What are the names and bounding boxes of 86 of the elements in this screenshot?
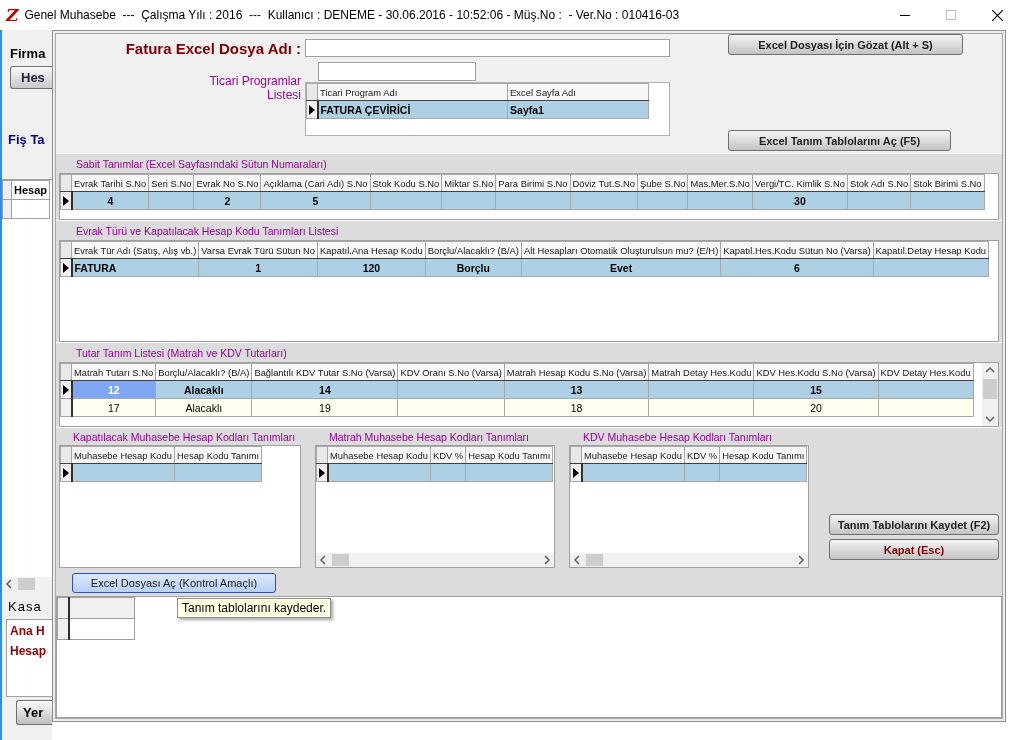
browse-button[interactable]: Excel Dosyası İçin Gözat (Alt + S) xyxy=(728,34,963,55)
table-row[interactable]: 12 Alacaklı 14 13 15 xyxy=(60,380,974,399)
scrollbar-thumb[interactable] xyxy=(983,379,997,399)
column-header[interactable]: KDV Detay Hes.Kodu xyxy=(878,363,974,381)
scrollbar[interactable] xyxy=(570,553,808,567)
column-header[interactable]: Muhasebe Hesap Kodu xyxy=(71,446,175,464)
column-header[interactable]: Hesap Kodu Tanımı xyxy=(719,446,807,464)
current-row-icon xyxy=(63,195,69,206)
section-title: Evrak Türü ve Kapatılacak Hesap Kodu Tanımları Listesi xyxy=(75,224,340,239)
column-header[interactable]: Stok Kodu S.No xyxy=(370,174,442,192)
link[interactable]: Fiş Ta xyxy=(8,132,52,148)
column-header[interactable]: Mas.Mer.S.No xyxy=(687,174,753,192)
field-label: Ticari Programlar Listesi xyxy=(208,74,301,102)
search-field[interactable] xyxy=(318,62,476,81)
current-row-icon xyxy=(319,467,325,478)
column-header[interactable]: Matrah Hesap Kodu S.No (Varsa) xyxy=(504,363,649,381)
column-header[interactable]: Kapatıl.Hes.Kodu Sütun No (Varsa) xyxy=(720,241,874,259)
column-header[interactable]: Matrah Tutarı S.No xyxy=(71,363,156,381)
column-header[interactable]: Stok Adı S.No xyxy=(847,174,911,192)
column-header[interactable]: Hesap Kodu Tanımı xyxy=(465,446,553,464)
panel-title: KDV Muhasebe Hesap Kodları Tanımları xyxy=(582,430,773,445)
column-header[interactable]: Stok Birimi S.No xyxy=(910,174,985,192)
column-header[interactable]: Miktar S.No xyxy=(441,174,496,192)
column-header[interactable]: Hesap xyxy=(11,180,50,200)
column-header[interactable]: Bağlantılı KDV Tutar S.No (Varsa) xyxy=(251,363,398,381)
table-row[interactable]: FATURA ÇEVİRİCİ Sayfa1 xyxy=(306,100,649,119)
scrollbar-thumb[interactable] xyxy=(332,554,349,566)
save-button[interactable]: Tanım Tablolarını Kaydet (F2) xyxy=(829,514,999,535)
column-header[interactable]: Vergi/TC. Kimlik S.No xyxy=(752,174,848,192)
file-name-field[interactable] xyxy=(305,39,670,57)
section-title: Tutar Tanım Listesi (Matrah ve KDV Tutarları) xyxy=(75,346,288,361)
account-button[interactable]: Hes xyxy=(10,66,52,89)
column-header[interactable]: Borçlu/Alacaklı? (B/A) xyxy=(425,241,522,259)
panel-title: Kapatılacak Muhasebe Hesap Kodları Tanımları xyxy=(72,430,297,445)
app-logo: Z xyxy=(6,5,19,25)
field-label: Firma xyxy=(10,46,47,62)
tooltip: Tanım tablolarını kaydeder. xyxy=(177,598,332,618)
panel-text: Ana H xyxy=(10,624,46,638)
section-title: Sabit Tanımlar (Excel Sayfasındaki Sütun Numaraları) xyxy=(75,157,328,172)
new-button[interactable]: Yer xyxy=(16,700,52,725)
column-header[interactable]: Seri S.No xyxy=(148,174,194,192)
column-header[interactable]: Borçlu/Alacaklı? (B/A) xyxy=(155,363,252,381)
column-header[interactable]: Döviz Tut.S.No xyxy=(570,174,638,192)
table-row[interactable] xyxy=(316,463,553,482)
column-header[interactable]: Varsa Evrak Türü Sütun No xyxy=(198,241,318,259)
open-excel-button[interactable]: Excel Dosyası Aç (Kontrol Amaçlı) xyxy=(72,573,276,593)
column-header[interactable]: Kapatıl.Ana Hesap Kodu xyxy=(317,241,426,259)
column-header[interactable]: Muhasebe Hesap Kodu xyxy=(581,446,685,464)
column-header[interactable]: Muhasebe Hesap Kodu xyxy=(327,446,431,464)
window-title: Genel Muhasebe --- Çalışma Yılı : 2016 --- Kullanıcı : DENEME - 30.06.2016 - 10:52:06 - Müş.No : - Ver.No : 010416-03 xyxy=(24,8,680,22)
column-header[interactable]: Ticari Program Adı xyxy=(317,83,508,101)
column-header[interactable]: Excel Sayfa Adı xyxy=(507,83,649,101)
current-row-icon xyxy=(309,104,315,115)
column-header[interactable]: Alt Hesapları Otomatik Oluşturulsun mu? (E/H) xyxy=(521,241,721,259)
scrollbar[interactable] xyxy=(982,363,998,426)
table-row[interactable]: 17 Alacaklı 19 18 20 xyxy=(60,398,974,417)
table-row[interactable] xyxy=(570,463,807,482)
current-row-icon xyxy=(63,384,69,395)
close-button[interactable]: Kapat (Esc) xyxy=(829,539,999,560)
current-row-icon xyxy=(63,467,69,478)
column-header[interactable]: KDV Oranı S.No (Varsa) xyxy=(397,363,505,381)
column-header[interactable]: Hesap Kodu Tanımı xyxy=(174,446,262,464)
open-tables-button[interactable]: Excel Tanım Tablolarını Aç (F5) xyxy=(728,130,951,151)
current-row-icon xyxy=(63,262,69,273)
scrollbar[interactable] xyxy=(316,553,554,567)
column-header[interactable]: Açıklama (Cari Adı) S.No xyxy=(260,174,371,192)
column-header[interactable]: Para Birimi S.No xyxy=(495,174,571,192)
column-header[interactable]: Matrah Detay Hes.Kodu xyxy=(648,363,754,381)
column-header[interactable]: KDV Hes.Kodu S.No (Varsa) xyxy=(753,363,879,381)
column-header[interactable]: Evrak No S.No xyxy=(193,174,261,192)
table-row[interactable]: FATURA 1 120 Borçlu Evet 6 xyxy=(60,258,989,277)
table-row[interactable] xyxy=(60,463,262,482)
column-header[interactable]: Evrak Tür Adı (Satış, Alış vb.) xyxy=(71,241,199,259)
column-header[interactable]: KDV % xyxy=(430,446,466,464)
column-header[interactable]: Kapatıl.Detay Hesap Kodu xyxy=(873,241,989,259)
table-row[interactable]: 4 2 5 30 xyxy=(60,191,985,210)
panel-title: Matrah Muhasebe Hesap Kodları Tanımları xyxy=(328,430,530,445)
column-header[interactable]: Şube S.No xyxy=(637,174,688,192)
section-label: Kasa xyxy=(8,599,43,615)
scrollbar-thumb[interactable] xyxy=(18,578,35,590)
scrollbar-thumb[interactable] xyxy=(586,554,603,566)
field-label: Fatura Excel Dosya Adı : xyxy=(124,39,301,57)
column-header[interactable]: Evrak Tarihi S.No xyxy=(71,174,149,192)
panel-text: Hesap xyxy=(10,644,48,658)
column-header[interactable]: KDV % xyxy=(684,446,720,464)
current-row-icon xyxy=(573,467,579,478)
